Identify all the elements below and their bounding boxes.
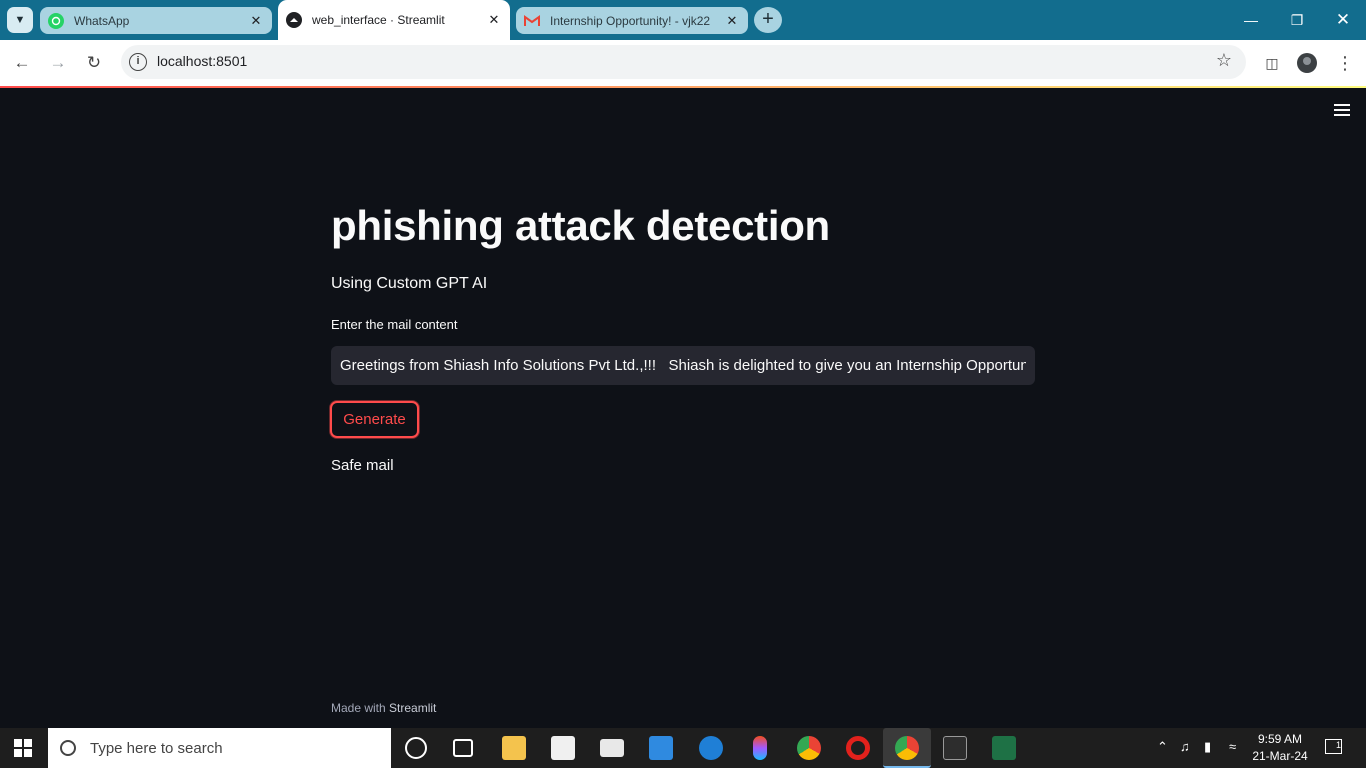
site-info-icon[interactable]: i [129,53,147,71]
task-view-icon[interactable] [453,739,473,757]
tab-streamlit[interactable]: web_interface · Streamlit ✕ [278,0,510,40]
page-subtitle: Using Custom GPT AI [331,275,488,292]
chevron-down-icon: ▼ [14,14,26,26]
wifi-icon[interactable]: ≈ [1229,739,1236,754]
clock-date: 21-Mar-24 [1252,749,1308,763]
back-arrow-icon[interactable]: ← [9,50,35,76]
new-tab-button[interactable]: + [754,7,782,33]
browser-toolbar: ← → ↻ i localhost:8501 ☆ ◫ ⋮ [0,40,1366,86]
browser-tab-strip: ▼ WhatsApp ✕ web_interface · Streamlit ✕… [0,0,1366,40]
generate-button[interactable]: Generate [330,401,419,438]
whatsapp-icon [48,12,64,29]
tab-gmail[interactable]: Internship Opportunity! - vjk22 ✕ [516,7,748,34]
forward-arrow-icon[interactable]: → [45,50,71,76]
taskbar-search[interactable]: Type here to search [48,728,391,768]
mail-content-label: Enter the mail content [331,317,458,332]
profile-avatar[interactable] [1294,50,1320,76]
streamlit-app: phishing attack detection Using Custom G… [0,88,1366,728]
mail-icon[interactable] [600,739,624,757]
chevron-up-icon[interactable]: ⌃ [1157,739,1168,755]
vscode-icon[interactable] [649,736,673,760]
reload-icon[interactable]: ↻ [81,50,107,76]
footer-streamlit-link[interactable]: Streamlit [389,701,436,715]
gmail-icon [524,13,540,29]
excel-icon[interactable] [992,736,1016,760]
chrome-active-icon[interactable] [883,728,931,768]
store-icon[interactable] [551,736,575,760]
close-icon[interactable]: ✕ [724,13,740,29]
windows-taskbar: Type here to search ⌃ ♫ ▮ ≈ 9:59 AM 21-M… [0,728,1366,768]
chrome-icon[interactable] [797,736,821,760]
side-panel-icon[interactable]: ◫ [1259,50,1285,76]
search-icon [60,740,76,756]
address-bar[interactable]: i localhost:8501 ☆ [121,45,1246,79]
tab-whatsapp[interactable]: WhatsApp ✕ [40,7,272,34]
cortana-icon[interactable] [405,737,427,759]
page-title: phishing attack detection [331,202,830,249]
opera-icon[interactable] [846,736,870,760]
clock-time: 9:59 AM [1257,732,1303,746]
tab-search-button[interactable]: ▼ [7,7,33,33]
bookmark-star-icon[interactable]: ☆ [1216,50,1232,71]
browser-menu-icon[interactable]: ⋮ [1332,50,1358,76]
tab-title: Internship Opportunity! - vjk22 [550,13,711,28]
minimize-icon[interactable]: — [1236,8,1266,32]
hamburger-menu-icon[interactable] [1334,104,1350,118]
close-icon[interactable]: ✕ [486,12,502,28]
mail-content-input[interactable] [331,346,1035,385]
figma-icon[interactable] [753,736,767,760]
edge-icon[interactable] [699,736,723,760]
result-text: Safe mail [331,457,394,474]
url-text[interactable]: localhost:8501 [157,53,247,69]
search-placeholder: Type here to search [90,739,223,757]
footer: Made with Streamlit [331,701,436,715]
close-icon[interactable]: ✕ [248,13,264,29]
tab-title: WhatsApp [74,13,130,28]
battery-icon[interactable]: ▮ [1204,739,1211,755]
footer-prefix: Made with [331,701,390,715]
terminal-icon[interactable] [943,736,967,760]
restore-icon[interactable]: ❐ [1282,8,1312,32]
volume-icon[interactable]: ♫ [1180,739,1190,754]
notification-center-icon[interactable]: 1 [1325,739,1342,754]
streamlit-icon [286,12,302,28]
file-explorer-icon[interactable] [502,736,526,760]
close-window-icon[interactable]: ✕ [1328,8,1358,32]
tab-title: web_interface · Streamlit [312,13,445,27]
windows-start-icon[interactable] [14,739,32,757]
notification-count: 1 [1335,740,1341,750]
system-clock[interactable]: 9:59 AM 21-Mar-24 [1240,731,1320,765]
